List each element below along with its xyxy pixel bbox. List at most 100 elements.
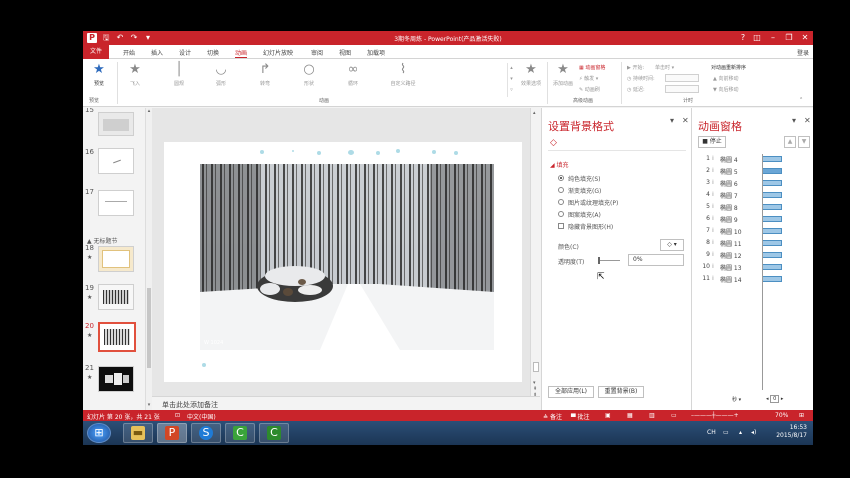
slide-thumbnail-16[interactable] (98, 148, 134, 174)
animation-item[interactable]: 2 ⁞ 椭圆 5 (692, 166, 813, 176)
animation-item[interactable]: 8 ⁞ 椭圆 11 (692, 238, 813, 248)
ellipse-shape[interactable] (260, 150, 264, 154)
solid-fill-radio[interactable] (558, 175, 564, 181)
notes-pane[interactable]: 单击此处添加备注 (152, 396, 540, 410)
tab-file[interactable]: 文件 (83, 45, 109, 59)
start-select[interactable]: 单击时 ▾ (655, 64, 674, 71)
pane-options-icon[interactable]: ▾ (792, 116, 796, 125)
color-picker-button[interactable]: ◇ ▾ (660, 239, 684, 251)
pattern-fill-radio[interactable] (558, 211, 564, 217)
normal-view-icon[interactable]: ▣ (605, 412, 611, 419)
animation-item[interactable]: 11 ⁞ 椭圆 14 (692, 274, 813, 284)
slide-thumbnail-21[interactable] (98, 366, 134, 392)
start-button[interactable]: ⊞ (87, 423, 111, 443)
slide-thumbnail-20[interactable] (98, 322, 136, 352)
effect-turns[interactable]: ↱ 转弯 (251, 61, 279, 95)
fill-bucket-icon[interactable]: ◇ (550, 138, 557, 148)
ellipse-shape[interactable] (317, 151, 321, 155)
reading-view-icon[interactable]: ▥ (649, 412, 655, 419)
duration-spinner[interactable] (665, 74, 699, 82)
slide-thumbnail-15[interactable] (98, 112, 134, 136)
tab-animations[interactable]: 动画 (235, 48, 248, 58)
notes-toggle[interactable]: ≙ 备注 (543, 412, 562, 421)
gradient-fill-radio[interactable] (558, 187, 564, 193)
slide-thumbnail-18[interactable] (98, 246, 134, 272)
zoom-level[interactable]: 70% (775, 412, 788, 419)
picture-fill-radio[interactable] (558, 199, 564, 205)
restore-button[interactable]: ❐ (783, 32, 795, 44)
timeline-bar[interactable] (762, 204, 782, 210)
language-indicator[interactable]: 中文(中国) (187, 412, 216, 421)
tab-review[interactable]: 审阅 (311, 48, 323, 57)
seconds-dropdown[interactable]: 秒 ▾ (732, 396, 741, 403)
animation-item[interactable]: 10 ⁞ 椭圆 13 (692, 262, 813, 272)
move-later-button[interactable]: ▼ 向后移动 (713, 86, 738, 93)
transparency-input[interactable]: 0% (628, 254, 684, 266)
tab-slideshow[interactable]: 幻灯片放映 (263, 48, 293, 57)
spellcheck-icon[interactable]: ⊡ (175, 412, 180, 419)
tab-view[interactable]: 视图 (339, 48, 351, 57)
slide-thumbnail-19[interactable] (98, 284, 134, 310)
animation-item[interactable]: 4 ⁞ 椭圆 7 (692, 190, 813, 200)
timeline-bar[interactable] (762, 252, 782, 258)
delay-spinner[interactable] (665, 85, 699, 93)
ellipse-shape[interactable] (292, 150, 294, 152)
comments-toggle[interactable]: ▀ 批注 (571, 412, 590, 421)
timeline-bar[interactable] (762, 156, 782, 162)
ellipse-shape[interactable] (396, 149, 400, 153)
ribbon-display-button[interactable]: ◫ (751, 32, 763, 44)
editor-scroll-thumb[interactable] (533, 362, 539, 372)
slide-sorter-icon[interactable]: ▦ (627, 412, 633, 419)
timeline-bar[interactable] (762, 216, 782, 222)
tab-home[interactable]: 开始 (123, 48, 135, 57)
ime-indicator[interactable]: CH (707, 429, 716, 436)
move-up-arrow-icon[interactable]: ▲ (784, 136, 796, 148)
animation-item[interactable]: 3 ⁞ 椭圆 6 (692, 178, 813, 188)
slide-canvas[interactable]: W 1024 (164, 142, 522, 382)
tray-arrow-icon[interactable]: ▴ (739, 429, 742, 436)
zoom-slider[interactable]: –———┼———+ (691, 412, 739, 419)
timeline-bar[interactable] (762, 228, 782, 234)
taskbar-app-s[interactable]: S (191, 423, 221, 443)
taskbar-explorer[interactable]: ▬ (123, 423, 153, 443)
transparency-slider[interactable] (598, 260, 620, 261)
close-animation-pane-icon[interactable]: ✕ (804, 116, 811, 125)
tab-insert[interactable]: 插入 (151, 48, 163, 57)
add-animation-button[interactable]: ★ 添加动画 (549, 61, 577, 95)
move-down-arrow-icon[interactable]: ▼ (798, 136, 810, 148)
close-format-pane-icon[interactable]: ✕ (682, 116, 689, 125)
scroll-up-arrow-icon[interactable]: ▴ (533, 110, 536, 116)
apply-to-all-button[interactable]: 全部应用(L) (548, 386, 594, 398)
timeline-bar[interactable] (762, 240, 782, 246)
close-button[interactable]: ✕ (799, 32, 811, 44)
help-button[interactable]: ? (737, 32, 749, 44)
collapse-ribbon-icon[interactable]: ⌃ (799, 97, 803, 103)
stop-button[interactable]: ■ 停止 (698, 136, 726, 148)
ellipse-shape[interactable] (454, 151, 458, 155)
animation-pane-button[interactable]: ▦ 动画窗格 (579, 64, 605, 71)
pane-options-icon[interactable]: ▾ (670, 116, 674, 125)
tab-transitions[interactable]: 切换 (207, 48, 219, 57)
winter-forest-photo[interactable]: W 1024 (200, 164, 494, 350)
effect-loops[interactable]: ∞ 循环 (339, 61, 367, 95)
effect-shapes[interactable]: ○ 形状 (295, 61, 323, 95)
system-clock[interactable]: 16:53 2015/8/17 (776, 424, 807, 440)
animation-item[interactable]: 9 ⁞ 椭圆 12 (692, 250, 813, 260)
timeline-bar[interactable] (762, 168, 782, 174)
effect-fly-in[interactable]: ★ 飞入 (121, 61, 149, 95)
animation-item[interactable]: 7 ⁞ 椭圆 10 (692, 226, 813, 236)
animation-item[interactable]: 6 ⁞ 椭圆 9 (692, 214, 813, 224)
fill-section-header[interactable]: ◢ 填充 (550, 160, 569, 169)
timeline-bar[interactable] (762, 276, 782, 282)
animation-painter-button[interactable]: ✎ 动画刷 (579, 86, 600, 93)
timeline-bar[interactable] (762, 180, 782, 186)
volume-icon[interactable]: ◂) (751, 429, 756, 436)
taskbar-powerpoint[interactable]: P (157, 423, 187, 443)
tab-design[interactable]: 设计 (179, 48, 191, 57)
ellipse-shape[interactable] (348, 150, 354, 155)
transparency-slider-thumb[interactable] (598, 257, 600, 264)
minimize-button[interactable]: – (767, 32, 779, 44)
slideshow-icon[interactable]: ▭ (671, 412, 677, 419)
effect-arc[interactable]: ◡ 弧形 (207, 61, 235, 95)
login-link[interactable]: 登录 (797, 48, 809, 57)
